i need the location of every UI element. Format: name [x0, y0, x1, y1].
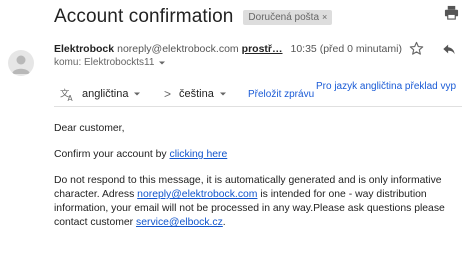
recipient-details-chevron-icon[interactable] — [158, 59, 166, 67]
avatar-icon — [12, 55, 30, 74]
sender-name[interactable]: Elektrobock — [54, 43, 114, 55]
chevron-down-icon — [219, 92, 226, 96]
target-language-dropdown[interactable]: čeština — [179, 88, 227, 100]
email-timestamp: 10:35 (před 0 minutami) — [290, 43, 402, 55]
always-translate-link[interactable]: Pro jazyk angličtina překlad vyp — [316, 81, 456, 92]
translate-icon: 文 A — [60, 87, 74, 102]
email-subject: Account confirmation — [54, 6, 234, 27]
star-icon[interactable] — [409, 41, 424, 56]
notice-end: . — [222, 217, 226, 228]
noreply-email-link[interactable]: noreply@elektrobock.com — [137, 189, 257, 200]
source-language-label: angličtina — [82, 88, 129, 100]
sender-via-link[interactable]: prostř… — [242, 43, 283, 55]
sender-email: noreply@elektrobock.com — [117, 43, 239, 55]
recipient-row: komu: Elektrobockts11 — [54, 57, 166, 68]
recipient-text: komu: Elektrobockts11 — [54, 57, 155, 68]
confirm-text: Confirm your account by — [54, 149, 170, 160]
source-language-dropdown[interactable]: angličtina — [82, 88, 141, 100]
translate-bar: 文 A angličtina > čeština Přeložit zprávu… — [54, 81, 462, 107]
sender-row: Elektrobock noreply@elektrobock.com pros… — [54, 41, 462, 57]
subject-row: Account confirmation Doručená pošta × — [54, 4, 456, 30]
translate-arrow: > — [164, 87, 172, 101]
inbox-label-chip[interactable]: Doručená pošta × — [243, 9, 333, 25]
printer-icon[interactable] — [444, 5, 459, 20]
target-language-label: čeština — [179, 88, 214, 100]
svg-text:A: A — [68, 94, 74, 102]
confirm-account-link[interactable]: clicking here — [170, 149, 228, 160]
inbox-label-text: Doručená pošta — [248, 11, 320, 23]
service-email-link[interactable]: service@elbock.cz — [136, 217, 223, 228]
greeting: Dear customer, — [54, 123, 125, 134]
confirm-paragraph: Confirm your account by clicking here — [54, 148, 458, 162]
notice-paragraph: Do not respond to this message, it is au… — [54, 174, 458, 230]
sender-avatar[interactable] — [8, 50, 34, 76]
remove-label-button[interactable]: × — [322, 12, 327, 22]
translate-message-link[interactable]: Přeložit zprávu — [248, 89, 314, 100]
email-body: Dear customer, Confirm your account by c… — [54, 122, 458, 242]
chevron-down-icon — [134, 92, 141, 96]
reply-icon[interactable] — [442, 42, 456, 56]
